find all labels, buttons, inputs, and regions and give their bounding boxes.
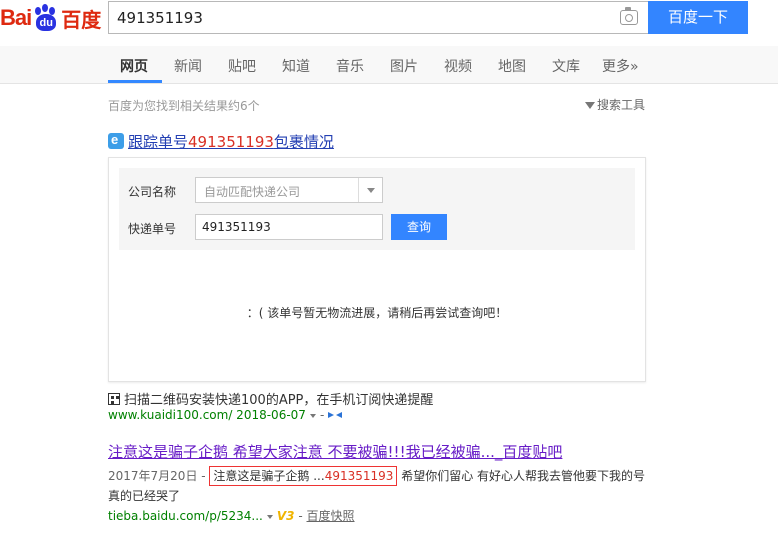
highlight-prefix: 注意这是骗子企鹅 ... xyxy=(213,469,325,483)
search-tools-button[interactable]: 搜索工具 xyxy=(585,96,645,113)
company-label: 公司名称 xyxy=(128,185,177,199)
search-tools-label: 搜索工具 xyxy=(597,98,646,112)
highlight-number: 491351193 xyxy=(324,469,394,483)
v3-badge: V3 xyxy=(276,509,295,523)
qr-icon xyxy=(108,393,120,405)
result-1-title-prefix: 跟踪单号 xyxy=(128,133,189,151)
tracking-number-input[interactable]: 491351193 xyxy=(195,214,383,240)
result-2-url-text: tieba.baidu.com/p/5234... xyxy=(108,509,263,523)
result-2-snippet: 2017年7月20日 - 注意这是骗子企鹅 ...491351193 希望你们留… xyxy=(108,466,648,506)
baidu-logo[interactable]: Bai du 百度 xyxy=(0,2,101,34)
dropdown-arrow-icon[interactable] xyxy=(266,514,273,519)
snapshot-link[interactable]: 百度快照 xyxy=(307,509,355,523)
result-1-url-text: www.kuaidi100.com/ 2018-06-07 xyxy=(108,408,306,422)
nav-bar: 网页 新闻 贴吧 知道 音乐 图片 视频 地图 文库 更多» xyxy=(0,46,778,84)
result-2-url-sep: - xyxy=(298,509,303,523)
tab-more[interactable]: 更多» xyxy=(602,56,639,76)
result-1-url[interactable]: www.kuaidi100.com/ 2018-06-07- xyxy=(108,408,343,422)
result-1-url-sep: - xyxy=(319,408,325,422)
tracking-card: 公司名称 自动匹配快递公司 快递单号 491351193 查询 ：( 该单号暂无… xyxy=(108,157,646,382)
company-select-value: 自动匹配快递公司 xyxy=(204,185,301,199)
result-2-date: 2017年7月20日 - xyxy=(108,469,206,483)
logo-du: du xyxy=(39,17,53,29)
query-button[interactable]: 查询 xyxy=(391,214,447,240)
dropdown-arrow-icon[interactable] xyxy=(309,413,316,418)
result-2-url[interactable]: tieba.baidu.com/p/5234... V3 - 百度快照 xyxy=(108,507,355,524)
tab-web[interactable]: 网页 xyxy=(120,56,148,76)
active-tab-indicator xyxy=(108,80,162,83)
tab-images[interactable]: 图片 xyxy=(390,56,418,76)
top-bar: Bai du 百度 491351193 百度一下 xyxy=(0,0,778,46)
express-icon xyxy=(108,132,124,149)
tracking-number-value: 491351193 xyxy=(202,220,271,234)
tab-zhidao[interactable]: 知道 xyxy=(282,56,310,76)
tracking-label: 快递单号 xyxy=(128,222,177,236)
ribbon-icon xyxy=(328,412,343,419)
logo-baidu-cn: 百度 xyxy=(61,9,102,32)
tracking-form: 公司名称 自动匹配快递公司 快递单号 491351193 查询 xyxy=(119,168,635,250)
camera-icon[interactable] xyxy=(620,7,638,25)
qr-promo-text: 扫描二维码安装快递100的APP，在手机订阅快递提醒 xyxy=(124,393,434,408)
tab-tieba[interactable]: 贴吧 xyxy=(228,56,256,76)
result-count: 百度为您找到相关结果约6个 xyxy=(108,99,260,113)
highlight-box: 注意这是骗子企鹅 ...491351193 xyxy=(209,466,398,486)
result-1-link[interactable]: 跟踪单号491351193包裹情况 xyxy=(128,133,334,151)
result-1-title-suffix: 包裹情况 xyxy=(273,133,334,151)
result-1-title[interactable]: 跟踪单号491351193包裹情况 xyxy=(108,131,334,152)
result-2-title[interactable]: 注意这是骗子企鹅 希望大家注意 不要被骗!!!我已经被骗..._百度贴吧 xyxy=(108,441,562,462)
no-tracking-info-message: ：( 该单号暂无物流进展，请稍后再尝试查询吧！ xyxy=(246,306,508,320)
tab-video[interactable]: 视频 xyxy=(444,56,472,76)
result-1-title-number: 491351193 xyxy=(188,133,274,151)
tab-news[interactable]: 新闻 xyxy=(174,56,202,76)
tab-wenku[interactable]: 文库 xyxy=(552,56,580,76)
logo-bai: Bai xyxy=(0,5,32,30)
tab-map[interactable]: 地图 xyxy=(498,56,526,76)
tab-music[interactable]: 音乐 xyxy=(336,56,364,76)
funnel-icon xyxy=(585,102,595,109)
search-input[interactable]: 491351193 xyxy=(108,1,648,34)
search-button[interactable]: 百度一下 xyxy=(648,1,748,34)
dropdown-arrow-icon[interactable] xyxy=(358,178,382,202)
search-query: 491351193 xyxy=(117,9,203,27)
paw-icon: du xyxy=(32,4,60,32)
qr-promo[interactable]: 扫描二维码安装快递100的APP，在手机订阅快递提醒 xyxy=(108,389,433,408)
company-select[interactable]: 自动匹配快递公司 xyxy=(195,177,383,203)
